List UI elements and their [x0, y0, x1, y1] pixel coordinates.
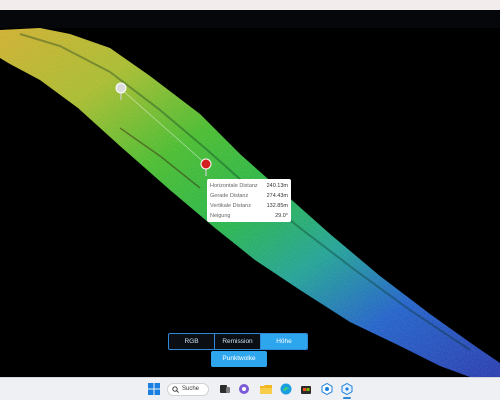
tooltip-row: Gerade Distanz 274.43m	[210, 191, 288, 201]
taskbar: Suche	[0, 377, 500, 400]
viewer-header	[0, 10, 500, 28]
tooltip-value: 274.43m	[266, 193, 288, 199]
store-icon[interactable]	[300, 383, 312, 395]
windows-start-icon[interactable]	[148, 383, 160, 395]
tooltip-value: 132.85m	[266, 203, 288, 209]
tooltip-label: Horizontale Distanz	[210, 183, 258, 189]
taskbar-search[interactable]: Suche	[167, 383, 209, 396]
search-label: Suche	[182, 386, 200, 392]
measurement-tooltip: Horizontale Distanz 240.13m Gerade Dista…	[207, 179, 291, 222]
task-view-icon[interactable]	[219, 383, 231, 395]
tooltip-row: Neigung 29.0°	[210, 211, 288, 221]
chat-icon[interactable]	[238, 383, 250, 395]
app-icon[interactable]	[321, 383, 333, 395]
tooltip-value: 29.0°	[275, 213, 288, 219]
tooltip-row: Vertikale Distanz 132.85m	[210, 201, 288, 211]
tooltip-label: Neigung	[210, 213, 231, 219]
file-explorer-icon[interactable]	[260, 383, 272, 395]
mode-rgb-button[interactable]: RGB	[169, 334, 215, 349]
active-app-indicator	[343, 397, 351, 399]
pointcloud-viewport[interactable]: Horizontale Distanz 240.13m Gerade Dista…	[0, 28, 500, 377]
edge-browser-icon[interactable]	[280, 383, 292, 395]
color-mode-toggle: RGB Remission Höhe	[168, 333, 308, 350]
mode-height-button[interactable]: Höhe	[261, 334, 307, 349]
tooltip-label: Gerade Distanz	[210, 193, 249, 199]
window-top-bar	[0, 0, 500, 10]
tooltip-value: 240.13m	[266, 183, 288, 189]
active-app-icon[interactable]	[341, 383, 353, 395]
tooltip-row: Horizontale Distanz 240.13m	[210, 181, 288, 191]
tooltip-label: Vertikale Distanz	[210, 203, 251, 209]
mode-remission-button[interactable]: Remission	[215, 334, 261, 349]
search-icon	[172, 386, 179, 393]
pointcloud-button[interactable]: Punktwolke	[211, 351, 267, 367]
